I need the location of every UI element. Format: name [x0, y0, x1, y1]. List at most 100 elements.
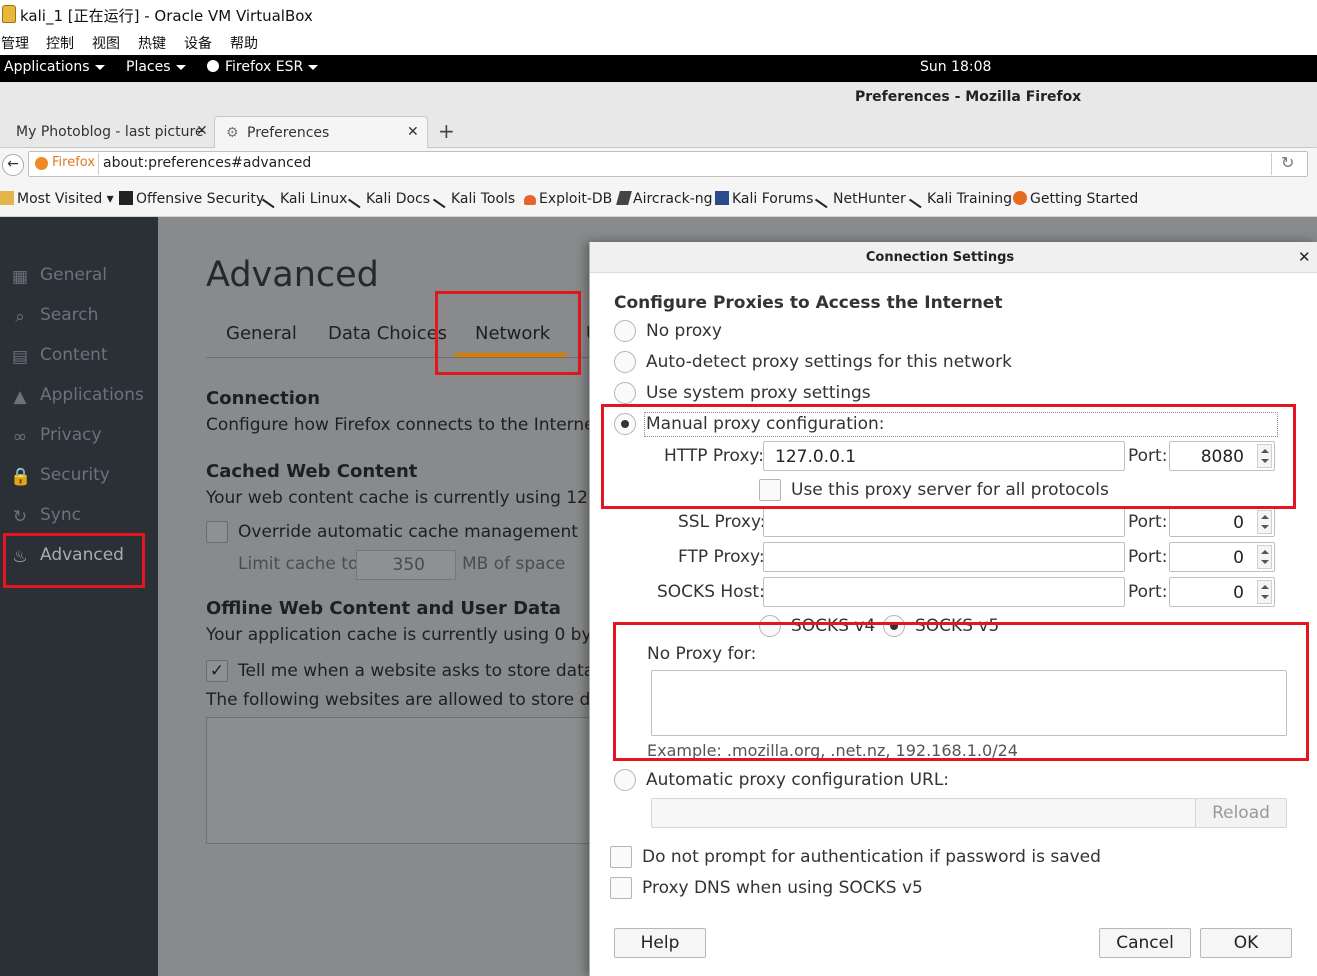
- menu-view[interactable]: 视图: [92, 33, 120, 53]
- dialog-heading: Configure Proxies to Access the Internet: [614, 293, 1003, 313]
- clock[interactable]: Sun 18:08: [920, 59, 991, 75]
- offline-description: Your application cache is currently usin…: [206, 625, 618, 645]
- firefox-app-menu[interactable]: Firefox ESR: [207, 59, 319, 75]
- menu-manage[interactable]: 管理: [1, 33, 29, 53]
- limit-cache-label: Limit cache to: [238, 554, 359, 574]
- chevron-down-icon: [308, 64, 319, 70]
- new-tab-button[interactable]: +: [438, 119, 455, 143]
- url-bar[interactable]: Firefox about:preferences#advanced ↻: [28, 151, 1308, 177]
- bookmark-exploit-db[interactable]: Exploit-DB: [524, 191, 612, 207]
- tab-data-choices[interactable]: Data Choices: [328, 323, 447, 344]
- bookmark-offensive-security[interactable]: Offensive Security: [119, 191, 264, 207]
- tab-general[interactable]: General: [226, 323, 297, 344]
- bookmark-aircrack[interactable]: Aircrack-ng: [616, 191, 713, 207]
- auto-config-url-input[interactable]: [651, 798, 1196, 828]
- auto-detect-radio[interactable]: [614, 351, 636, 373]
- ftp-proxy-input[interactable]: [763, 542, 1125, 572]
- menu-help[interactable]: 帮助: [230, 33, 258, 53]
- offsec-icon: [119, 191, 133, 205]
- port-stepper[interactable]: [1257, 545, 1272, 569]
- port-label: Port:: [1128, 512, 1168, 532]
- applications-menu[interactable]: Applications: [4, 59, 105, 75]
- highlight-advanced: [3, 533, 145, 588]
- tab-label: My Photoblog - last picture: [16, 124, 204, 140]
- sidebar-item-general[interactable]: ▦ General: [10, 265, 107, 287]
- reload-icon[interactable]: ↻: [1281, 153, 1294, 172]
- sidebar-item-content[interactable]: ▤ Content: [10, 345, 108, 367]
- ok-button[interactable]: OK: [1200, 928, 1292, 958]
- cancel-button[interactable]: Cancel: [1099, 928, 1191, 958]
- menu-devices[interactable]: 设备: [184, 33, 212, 53]
- sidebar-item-privacy[interactable]: ∞ Privacy: [10, 425, 102, 447]
- bookmark-kali-training[interactable]: Kali Training: [908, 191, 1012, 209]
- bookmark-kali-docs[interactable]: Kali Docs: [347, 191, 430, 209]
- auto-config-url-radio[interactable]: [614, 769, 636, 791]
- bookmark-kali-forums[interactable]: Kali Forums: [715, 191, 813, 207]
- bookmark-most-visited[interactable]: Most Visited ▾: [0, 191, 114, 207]
- no-proxy-radio[interactable]: [614, 320, 636, 342]
- tell-me-label: Tell me when a website asks to store dat…: [238, 661, 616, 681]
- limit-cache-input[interactable]: 350: [356, 550, 456, 580]
- auto-config-url-label: Automatic proxy configuration URL:: [646, 770, 950, 790]
- system-proxy-label: Use system proxy settings: [646, 383, 871, 403]
- gear-icon: ⚙: [226, 125, 239, 141]
- offline-heading: Offline Web Content and User Data: [206, 598, 561, 619]
- close-icon[interactable]: ✕: [407, 124, 419, 140]
- port-label: Port:: [1128, 582, 1168, 602]
- tell-me-checkbox[interactable]: ✓: [206, 660, 228, 682]
- identity-label: Firefox: [52, 155, 96, 170]
- offline-websites-list[interactable]: [206, 717, 606, 844]
- sidebar-item-security[interactable]: 🔒 Security: [10, 465, 110, 487]
- mb-space-label: MB of space: [462, 554, 566, 574]
- connection-description: Configure how Firefox connects to the In…: [206, 415, 602, 435]
- no-auth-prompt-checkbox[interactable]: [610, 846, 632, 868]
- places-menu[interactable]: Places: [126, 59, 186, 75]
- preferences-sidebar: ▦ General ⌕ Search ▤ Content ▲ Applications …: [0, 217, 158, 976]
- close-icon[interactable]: ✕: [1298, 248, 1311, 266]
- port-label: Port:: [1128, 547, 1168, 567]
- socks-port-input[interactable]: 0: [1169, 577, 1275, 607]
- applications-icon: ▲: [13, 387, 27, 407]
- bookmarks-bar: Most Visited ▾ Offensive Security Kali L…: [0, 181, 1317, 217]
- override-cache-label: Override automatic cache management: [238, 522, 578, 542]
- port-stepper[interactable]: [1257, 580, 1272, 604]
- back-button[interactable]: ←: [2, 154, 24, 176]
- tab-photoblog[interactable]: My Photoblog - last picture ✕: [0, 116, 213, 148]
- cache-heading: Cached Web Content: [206, 461, 418, 482]
- sidebar-item-applications[interactable]: ▲ Applications: [10, 385, 143, 407]
- aircrack-icon: [616, 191, 632, 205]
- tab-preferences[interactable]: ⚙ Preferences ✕: [214, 116, 428, 148]
- bookmark-kali-linux[interactable]: Kali Linux: [261, 191, 347, 209]
- bookmark-getting-started[interactable]: Getting Started: [1013, 191, 1138, 207]
- bookmark-kali-tools[interactable]: Kali Tools: [432, 191, 515, 209]
- tab-strip: My Photoblog - last picture ✕ ⚙ Preferen…: [0, 112, 1317, 148]
- ssl-port-input[interactable]: 0: [1169, 507, 1275, 537]
- close-icon[interactable]: ✕: [196, 123, 208, 139]
- override-cache-checkbox[interactable]: [206, 521, 228, 543]
- search-icon: ⌕: [15, 307, 25, 327]
- ftp-proxy-label: FTP Proxy:: [678, 547, 765, 567]
- general-icon: ▦: [11, 267, 29, 287]
- kali-icon: [347, 193, 365, 209]
- exploit-db-icon: [524, 195, 536, 205]
- sidebar-item-search[interactable]: ⌕ Search: [10, 305, 98, 327]
- port-stepper[interactable]: [1257, 510, 1272, 534]
- socks-host-input[interactable]: [763, 577, 1125, 607]
- sidebar-item-sync[interactable]: ↻ Sync: [10, 505, 81, 527]
- kali-icon: [814, 193, 832, 209]
- reload-button[interactable]: Reload: [1195, 798, 1287, 828]
- dialog-title-bar: Connection Settings ✕: [590, 242, 1317, 273]
- ftp-port-input[interactable]: 0: [1169, 542, 1275, 572]
- bookmark-nethunter[interactable]: NetHunter: [814, 191, 906, 209]
- sync-icon: ↻: [12, 507, 28, 527]
- menu-control[interactable]: 控制: [46, 33, 74, 53]
- navigation-bar: ← Firefox about:preferences#advanced ↻: [0, 148, 1317, 181]
- highlight-no-proxy-for: [613, 622, 1309, 761]
- ssl-proxy-label: SSL Proxy:: [678, 512, 766, 532]
- system-proxy-radio[interactable]: [614, 382, 636, 404]
- help-button[interactable]: Help: [614, 928, 706, 958]
- proxy-dns-checkbox[interactable]: [610, 877, 632, 899]
- ssl-proxy-input[interactable]: [763, 507, 1125, 537]
- menu-hotkeys[interactable]: 热键: [138, 33, 166, 53]
- kali-icon: [261, 193, 279, 209]
